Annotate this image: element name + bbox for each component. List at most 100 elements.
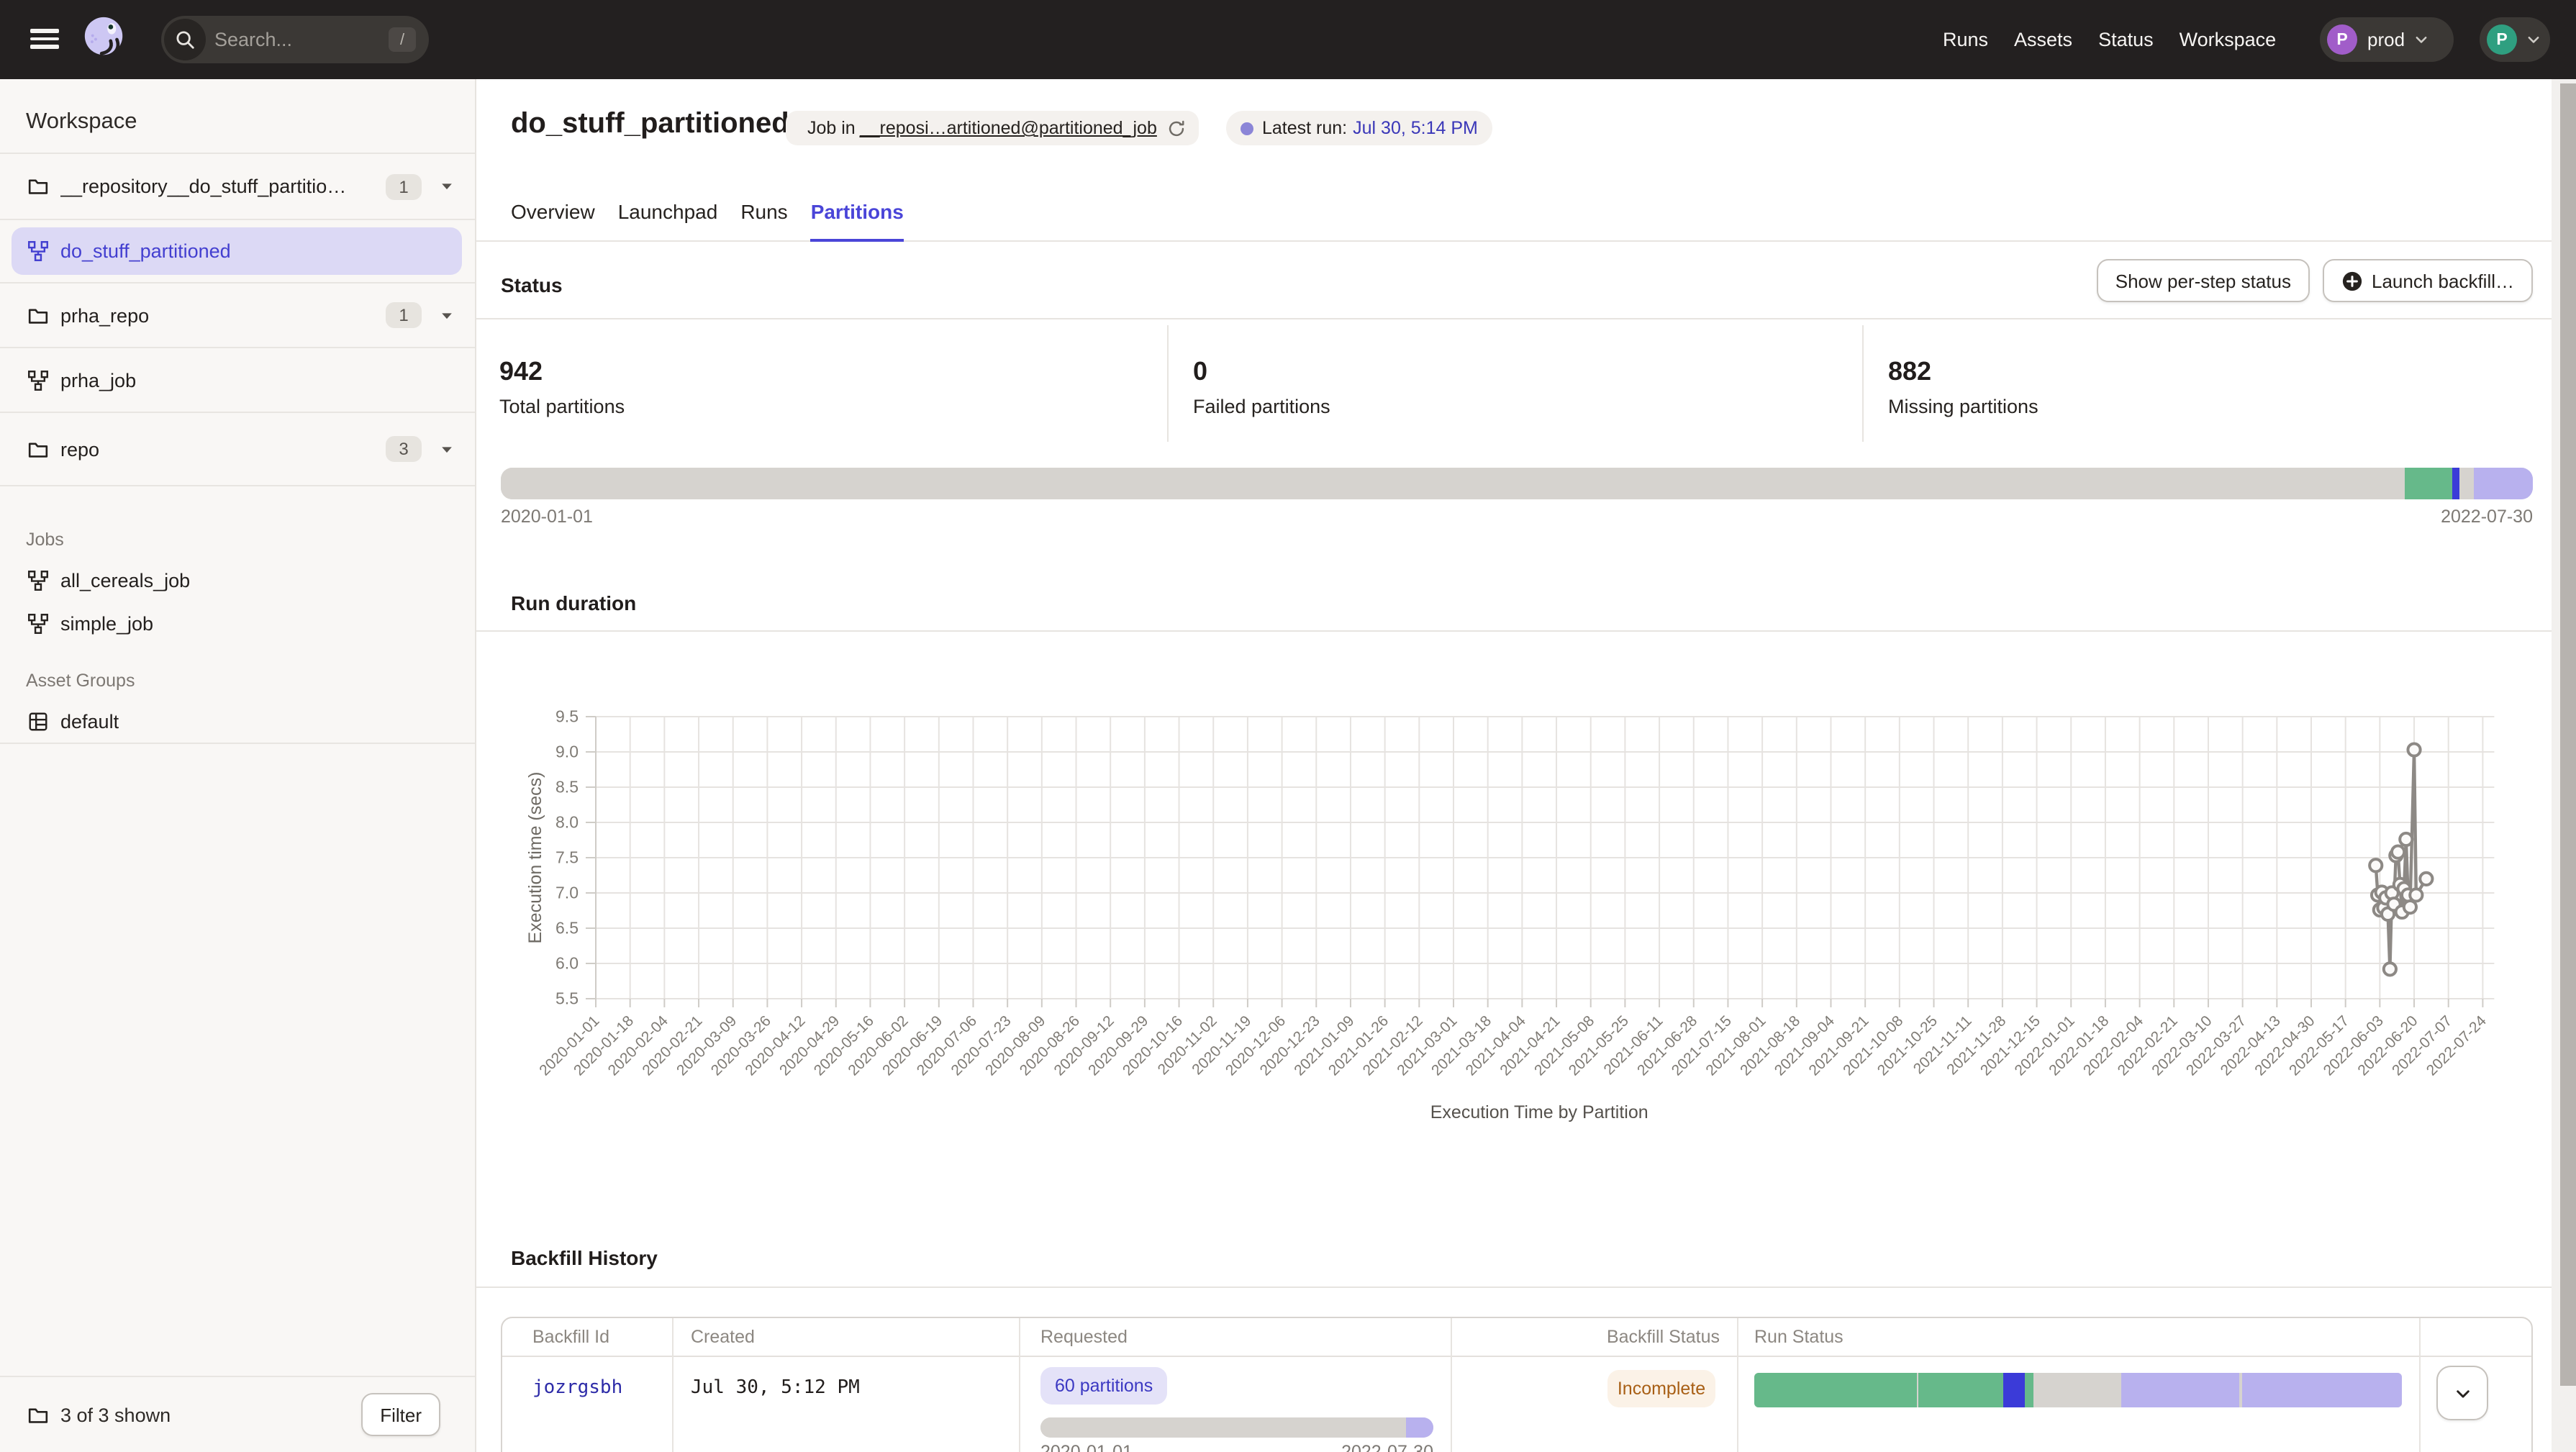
bar-segment [501, 468, 2405, 499]
divider [2419, 1318, 2421, 1452]
refresh-icon[interactable] [1167, 119, 1186, 137]
stat-value: 0 [1193, 357, 1207, 387]
sidebar-footer: 3 of 3 shown Filter [0, 1376, 475, 1452]
nav-link-status[interactable]: Status [2098, 29, 2154, 50]
svg-text:Execution Time by Partition: Execution Time by Partition [1430, 1102, 1648, 1122]
divider [1737, 1318, 1738, 1452]
sidebar-item-all_cereals_job[interactable]: all_cereals_job [0, 558, 475, 602]
col-header-requested: Requested [1040, 1318, 1128, 1356]
page-header: do_stuff_partitioned Job in __reposi…art… [476, 79, 2576, 242]
count-badge: 3 [386, 436, 422, 462]
scrollbar-thumb[interactable] [2560, 83, 2576, 1386]
bar-segment [2242, 1373, 2402, 1407]
folder-icon [26, 304, 49, 326]
job-location-link[interactable]: __reposi…artitioned@partitioned_job [860, 118, 1157, 138]
show-per-step-status-button[interactable]: Show per-step status [2097, 259, 2310, 302]
shown-count: 3 of 3 shown [60, 1404, 171, 1425]
run-duration-heading: Run duration [511, 591, 636, 614]
bar-segment [2452, 468, 2459, 499]
job-icon [26, 369, 49, 391]
divider [1019, 1318, 1020, 1452]
user-menu[interactable]: P [2480, 17, 2550, 62]
job-icon [26, 612, 49, 634]
page-title: do_stuff_partitioned [511, 108, 789, 141]
svg-text:9.5: 9.5 [555, 707, 579, 726]
page-scrollbar[interactable] [2552, 79, 2576, 1452]
deployment-name: prod [2367, 29, 2405, 50]
nav-link-assets[interactable]: Assets [2014, 29, 2072, 50]
folder-icon [27, 1404, 49, 1425]
requested-partitions-bar [1040, 1417, 1433, 1438]
sidebar-item-label: prha_job [60, 369, 136, 391]
dagster-logo[interactable] [81, 14, 128, 62]
divider [1451, 1318, 1452, 1452]
sidebar-item-do_stuff_partitioned[interactable]: do_stuff_partitioned [0, 220, 475, 283]
divider [1862, 325, 1864, 442]
menu-icon[interactable] [30, 29, 59, 49]
sidebar-item-prha_job[interactable]: prha_job [0, 348, 475, 413]
nav-link-runs[interactable]: Runs [1943, 29, 1988, 50]
svg-text:8.0: 8.0 [555, 813, 579, 832]
svg-text:9.0: 9.0 [555, 743, 579, 761]
partition-status-bar[interactable] [501, 468, 2533, 499]
run-status-bar[interactable] [1754, 1373, 2402, 1407]
folder-icon [26, 438, 49, 460]
bar-end-date: 2022-07-30 [2441, 507, 2533, 527]
sidebar-item-label: do_stuff_partitioned [60, 240, 231, 262]
run-duration-chart: 9.59.08.58.07.57.06.56.05.52020-01-01202… [476, 632, 2576, 1150]
bar-segment [2405, 468, 2452, 499]
run-duration-section-header: Run duration [476, 580, 2576, 632]
top-nav: Search... / Runs Assets Status Workspace P … [0, 0, 2576, 79]
sidebar-item-simple_job[interactable]: simple_job [0, 602, 475, 645]
sidebar-group-heading: Jobs [26, 530, 475, 550]
sidebar-item-label: simple_job [60, 612, 153, 634]
search-placeholder: Search... [214, 29, 389, 50]
sidebar-item-label: repo [60, 438, 99, 460]
bar-segment [1754, 1373, 1916, 1407]
latest-run-time-link[interactable]: Jul 30, 5:14 PM [1353, 118, 1478, 138]
bar-segment [1407, 1417, 1433, 1438]
tab-launchpad[interactable]: Launchpad [618, 186, 718, 242]
caret-down-icon[interactable] [440, 180, 453, 193]
requested-bar-labels: 2020-01-01 2022-07-30 [1040, 1442, 1433, 1452]
svg-text:6.5: 6.5 [555, 919, 579, 938]
row-expand-button[interactable] [2436, 1366, 2488, 1420]
svg-text:Execution time (secs): Execution time (secs) [525, 772, 545, 944]
latest-run-label: Latest run: [1262, 118, 1347, 138]
chevron-down-icon [2526, 32, 2541, 47]
svg-text:5.5: 5.5 [555, 989, 579, 1008]
divider [672, 1318, 674, 1452]
job-tag-prefix: Job in [807, 118, 856, 138]
tab-overview[interactable]: Overview [511, 186, 595, 242]
sidebar-group-heading: Asset Groups [26, 671, 475, 691]
caret-down-icon[interactable] [440, 443, 453, 455]
stat-label: Missing partitions [1888, 396, 2038, 417]
nav-links: Runs Assets Status Workspace [1943, 0, 2276, 79]
deployment-switcher[interactable]: P prod [2320, 17, 2454, 62]
stat-label: Failed partitions [1193, 396, 1330, 417]
sidebar-item-label: __repository__do_stuff_partitio… [60, 176, 346, 197]
backfill-history-heading: Backfill History [511, 1246, 658, 1269]
bar-segment [2003, 1373, 2025, 1407]
tab-partitions[interactable]: Partitions [811, 186, 904, 242]
status-heading: Status [501, 273, 563, 296]
stat-label: Total partitions [499, 396, 625, 417]
search-input[interactable]: Search... / [161, 16, 429, 63]
tab-runs[interactable]: Runs [740, 186, 787, 242]
sidebar-item-_repository_do_stuff_partitio_[interactable]: __repository__do_stuff_partitio…1 [0, 154, 475, 220]
col-header-backfill-id: Backfill Id [532, 1318, 609, 1356]
sidebar-item-label: default [60, 710, 119, 732]
col-header-created: Created [691, 1318, 755, 1356]
backfill-section-header: Backfill History [476, 1233, 2576, 1288]
search-icon [164, 19, 206, 60]
job-location-tag: Job in __reposi…artitioned@partitioned_j… [786, 111, 1199, 145]
launch-backfill-button[interactable]: Launch backfill… [2323, 259, 2533, 302]
filter-button[interactable]: Filter [361, 1393, 440, 1436]
sidebar-item-default[interactable]: default [0, 699, 475, 743]
requested-partitions-badge[interactable]: 60 partitions [1040, 1367, 1167, 1405]
sidebar-item-prha_repo[interactable]: prha_repo1 [0, 283, 475, 348]
nav-link-workspace[interactable]: Workspace [2180, 29, 2277, 50]
backfill-id-link[interactable]: jozrgsbh [532, 1377, 622, 1399]
caret-down-icon[interactable] [440, 309, 453, 322]
sidebar-item-repo[interactable]: repo 3 [0, 413, 475, 486]
